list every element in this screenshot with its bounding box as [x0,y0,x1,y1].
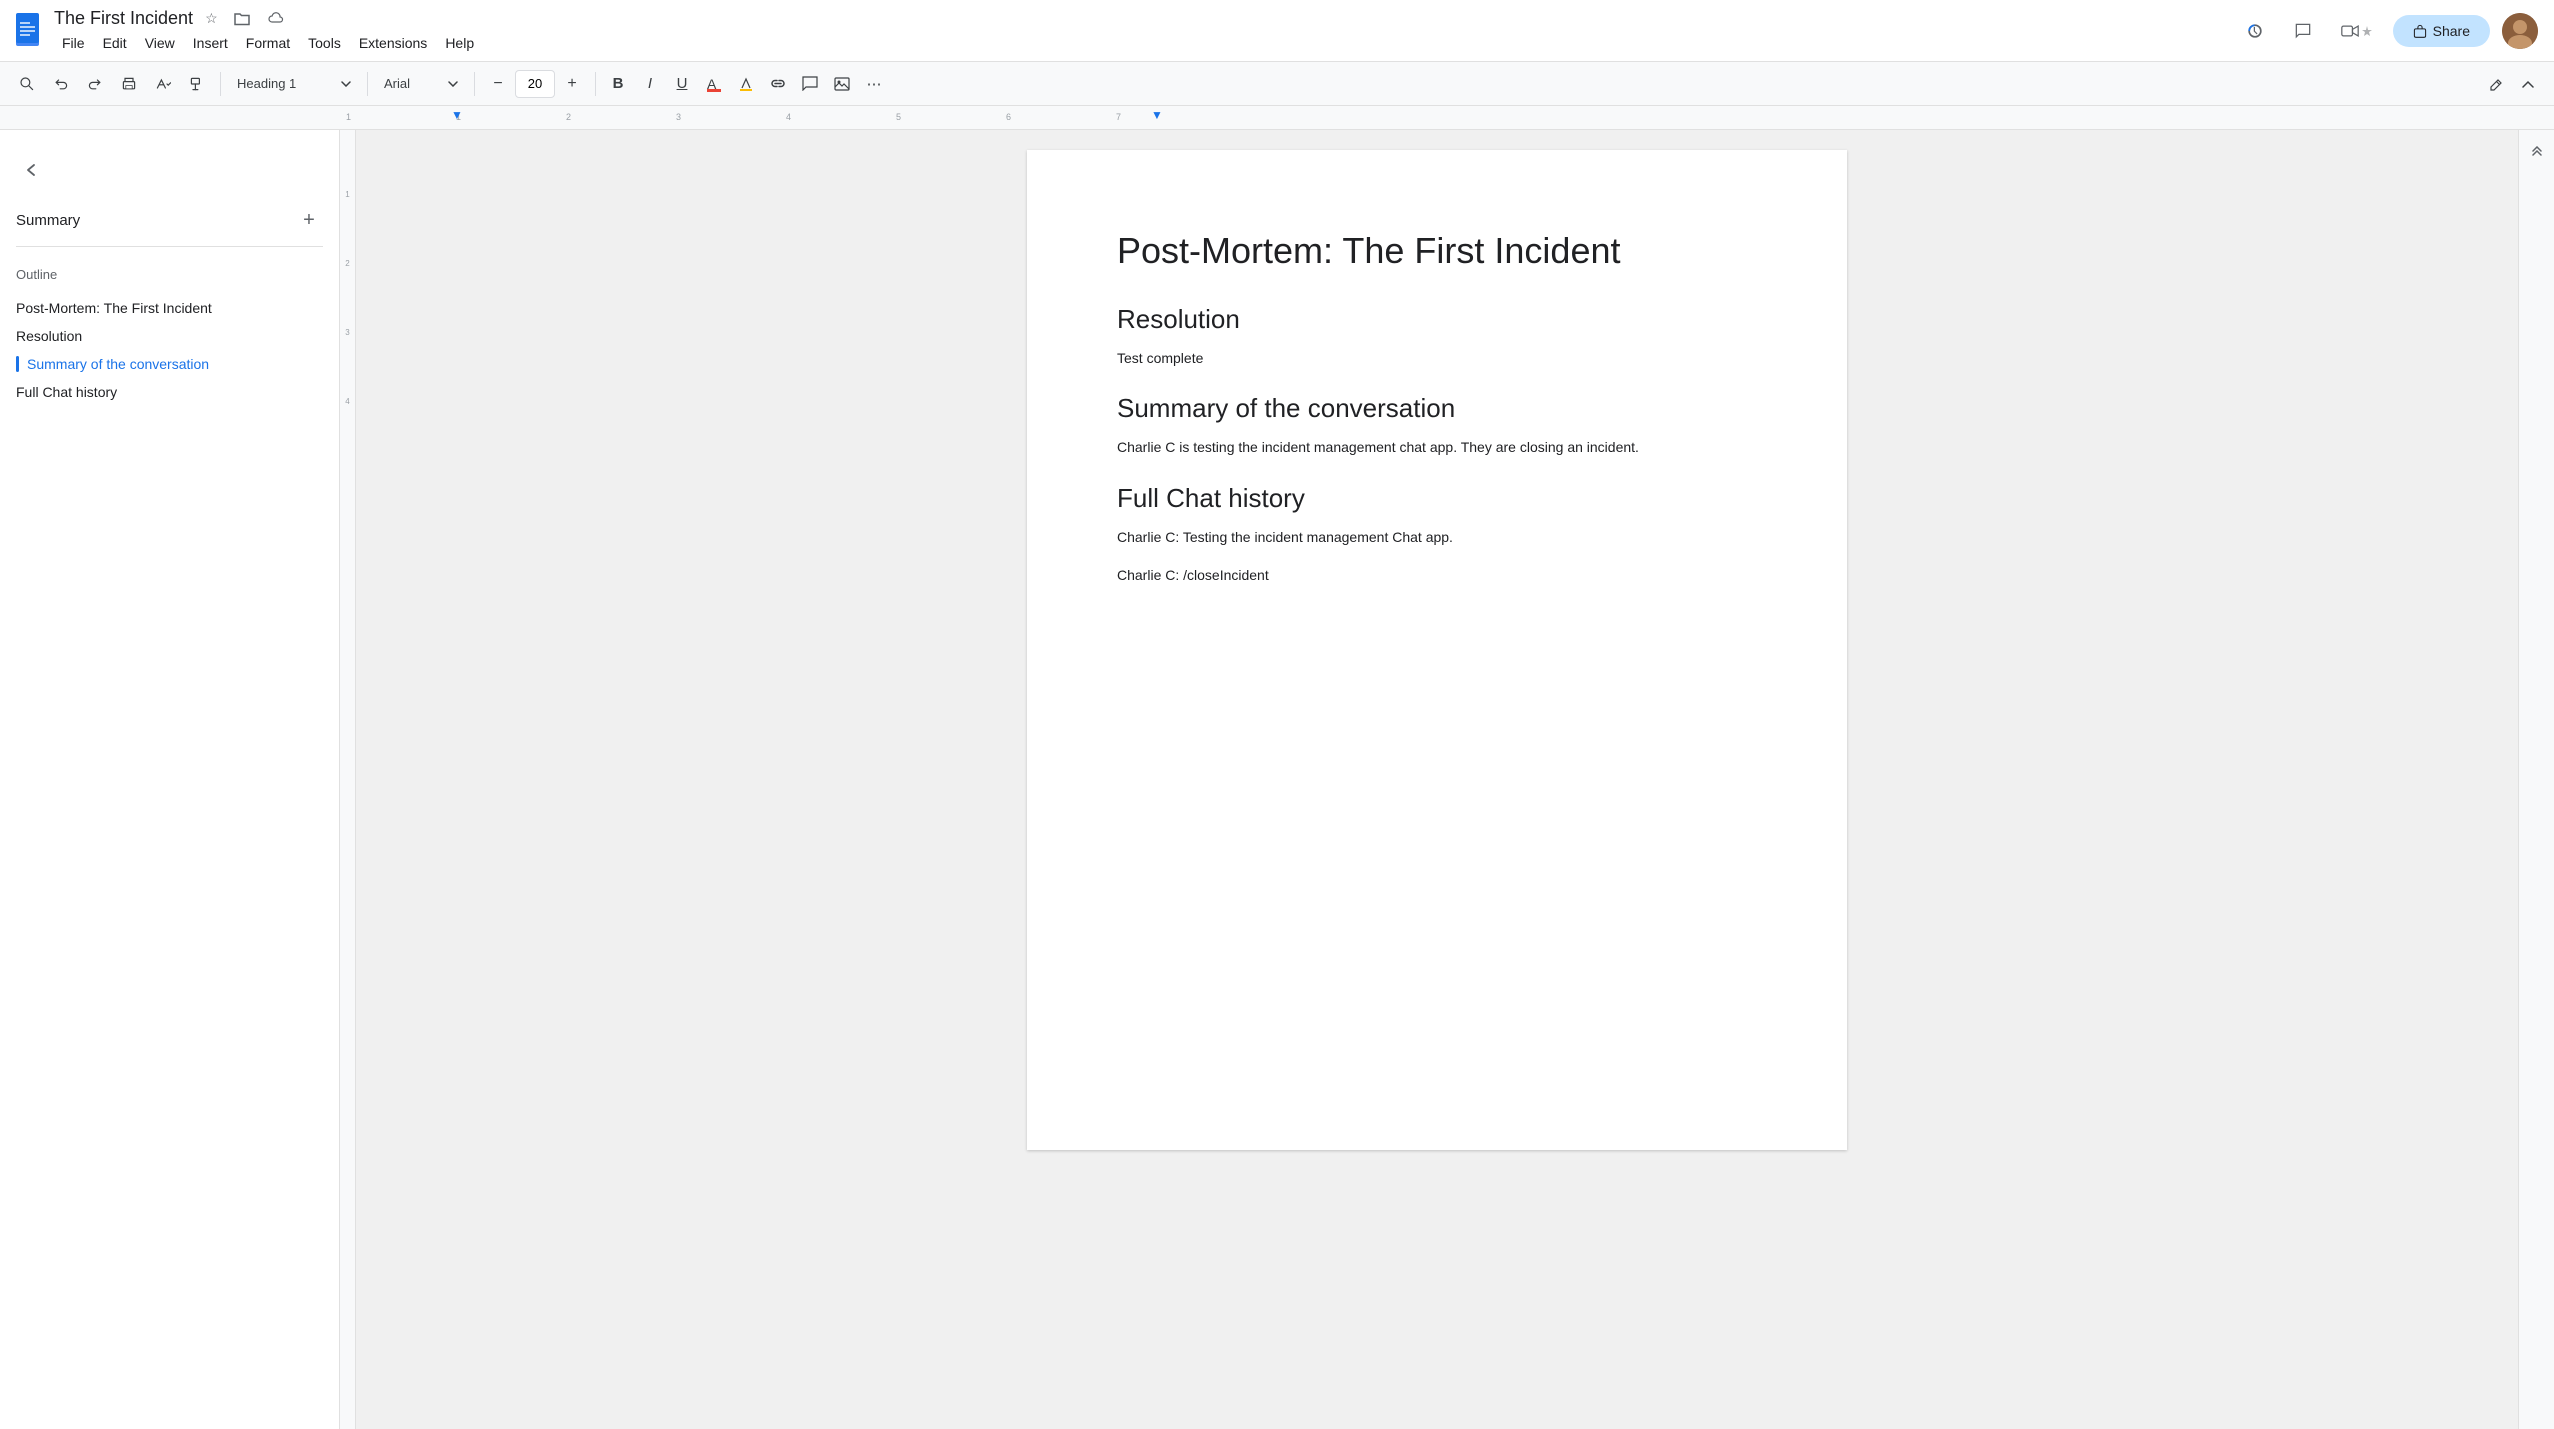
toolbar: Heading 1 Arial − + B I U A ⋯ [0,62,2554,106]
menu-edit[interactable]: Edit [95,31,135,55]
menu-insert[interactable]: Insert [185,31,236,55]
menu-format[interactable]: Format [238,31,298,55]
menu-view[interactable]: View [137,31,183,55]
document-title: The First Incident [54,8,193,29]
doc-area[interactable]: Post-Mortem: The First Incident Resoluti… [356,130,2518,1429]
user-avatar[interactable] [2502,13,2538,49]
doc-chat-line-1: Charlie C: /closeIncident [1117,564,1757,586]
share-label: Share [2433,23,2470,39]
menu-extensions[interactable]: Extensions [351,31,435,55]
add-summary-button[interactable]: + [295,206,323,234]
doc-icon [16,13,46,49]
meet-button[interactable] [2333,13,2381,49]
collapse-toolbar-button[interactable] [2514,69,2542,99]
comment-inline-button[interactable] [796,69,824,99]
italic-button[interactable]: I [636,69,664,99]
summary-label: Summary [16,212,80,229]
more-options-button[interactable]: ⋯ [860,69,888,99]
sidebar-divider [16,246,323,247]
font-dropdown[interactable]: Arial [376,69,466,99]
menu-help[interactable]: Help [437,31,482,55]
divider-1 [220,72,221,96]
outline-item-2[interactable]: Summary of the conversation [0,350,339,378]
menu-tools[interactable]: Tools [300,31,349,55]
title-bar: The First Incident ☆ File Edit View Inse… [0,0,2554,62]
search-button[interactable] [12,69,42,99]
outline-item-text-2: Summary of the conversation [27,356,209,372]
outline-item-text-0: Post-Mortem: The First Incident [16,300,212,316]
spellcheck-button[interactable] [148,69,178,99]
highlight-button[interactable] [732,69,760,99]
back-button[interactable] [16,154,48,186]
doc-chat-line-0: Charlie C: Testing the incident manageme… [1117,526,1757,548]
text-color-button[interactable]: A [700,69,728,99]
doc-section-body-0: Test complete [1117,347,1757,369]
doc-section-body-1: Charlie C is testing the incident manage… [1117,436,1757,458]
font-size-input[interactable] [515,70,555,98]
sidebar: Summary + Outline Post-Mortem: The First… [0,130,340,1429]
divider-3 [474,72,475,96]
right-panel-btn-1[interactable] [2523,138,2551,166]
v-ruler: 1 2 3 4 [340,130,356,1429]
decrease-font-size[interactable]: − [483,69,513,99]
print-button[interactable] [114,69,144,99]
ruler: 1 1 2 3 4 5 6 7 ▼ ▼ [0,106,2554,130]
doc-section-heading-2: Full Chat history [1117,483,1757,514]
cloud-status-button[interactable] [262,8,288,30]
paint-format-button[interactable] [182,69,212,99]
divider-4 [595,72,596,96]
menu-file[interactable]: File [54,31,93,55]
comment-button[interactable] [2285,13,2321,49]
right-panel [2518,130,2554,1429]
bold-button[interactable]: B [604,69,632,99]
outline-item-text-1: Resolution [16,328,82,344]
image-button[interactable] [828,69,856,99]
redo-button[interactable] [80,69,110,99]
link-button[interactable] [764,69,792,99]
underline-button[interactable]: U [668,69,696,99]
sidebar-summary-row: Summary + [0,194,339,246]
doc-page: Post-Mortem: The First Incident Resoluti… [1027,150,1847,1150]
doc-title: Post-Mortem: The First Incident [1117,230,1757,272]
sidebar-header [0,146,339,194]
title-bar-right: Share [2237,13,2538,49]
outline-item-1[interactable]: Resolution [0,322,339,350]
star-button[interactable]: ☆ [201,6,222,31]
outline-label: Outline [0,263,339,294]
folder-button[interactable] [230,8,254,30]
doc-section-heading-1: Summary of the conversation [1117,393,1757,424]
title-section: The First Incident ☆ File Edit View Inse… [54,6,2229,55]
doc-section-heading-0: Resolution [1117,304,1757,335]
menu-bar: File Edit View Insert Format Tools Exten… [54,31,2229,55]
outline-item-text-3: Full Chat history [16,384,117,400]
undo-button[interactable] [46,69,76,99]
title-name-row: The First Incident ☆ [54,6,2229,31]
outline-item-3[interactable]: Full Chat history [0,378,339,406]
divider-2 [367,72,368,96]
edit-mode-button[interactable] [2482,69,2510,99]
font-size-box: − + [483,69,587,99]
main-area: Summary + Outline Post-Mortem: The First… [0,130,2554,1429]
font-label: Arial [384,76,410,91]
share-button[interactable]: Share [2393,15,2490,47]
style-label: Heading 1 [237,76,296,91]
increase-font-size[interactable]: + [557,69,587,99]
paragraph-style-dropdown[interactable]: Heading 1 [229,69,359,99]
history-button[interactable] [2237,13,2273,49]
outline-item-0[interactable]: Post-Mortem: The First Incident [0,294,339,322]
